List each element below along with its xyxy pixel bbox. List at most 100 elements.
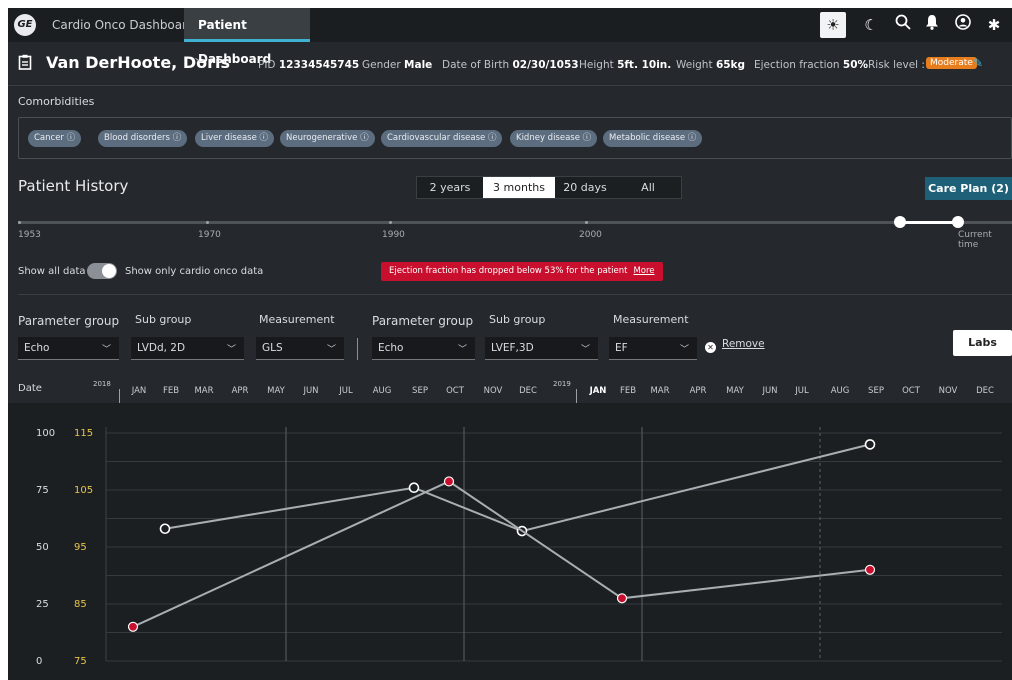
y-axis-tick-left: 75 bbox=[36, 485, 49, 496]
bell-icon[interactable] bbox=[919, 12, 945, 38]
y-axis-tick-right: 95 bbox=[74, 542, 87, 553]
y-axis-tick-left: 100 bbox=[36, 428, 55, 439]
parameter-group-select[interactable]: Echo ﹀ bbox=[372, 337, 475, 360]
info-icon[interactable]: ⓘ bbox=[583, 133, 592, 143]
month-label: MAR bbox=[650, 386, 670, 396]
month-label: MAY bbox=[267, 386, 285, 396]
weight-field: Weight 65kg bbox=[676, 59, 745, 71]
info-icon[interactable]: ⓘ bbox=[688, 133, 697, 143]
chip-kidney-disease[interactable]: Kidney disease ⓘ bbox=[510, 130, 598, 147]
month-label: SEP bbox=[868, 386, 884, 396]
patient-history-chart: 100 75 50 25 0 115 105 95 85 75 bbox=[8, 403, 1012, 680]
data-point bbox=[159, 523, 171, 535]
chip-cardiovascular-disease[interactable]: Cardiovascular disease ⓘ bbox=[381, 130, 503, 147]
gear-icon[interactable]: ✱ bbox=[981, 12, 1007, 38]
edit-pencil-icon[interactable]: ✎ bbox=[973, 56, 983, 70]
ge-logo-icon: GE bbox=[14, 14, 36, 36]
timeline-dot bbox=[206, 221, 209, 224]
cardio-onco-toggle[interactable] bbox=[87, 263, 117, 279]
chip-liver-disease[interactable]: Liver disease ⓘ bbox=[195, 130, 275, 147]
ef-label: Ejection fraction bbox=[754, 59, 840, 71]
chevron-down-icon: ﹀ bbox=[101, 345, 111, 355]
month-label: MAR bbox=[194, 386, 214, 396]
tab-patient-dashboard[interactable]: Patient Dashboard bbox=[184, 8, 310, 66]
chip-label: Cancer bbox=[34, 133, 64, 143]
year-tick bbox=[119, 389, 120, 403]
timeline-end-handle[interactable] bbox=[952, 216, 964, 228]
y-axis-tick-right: 75 bbox=[74, 656, 87, 667]
risk-level-label: Risk level : bbox=[868, 59, 925, 71]
clipboard-icon bbox=[18, 54, 32, 74]
month-label: DEC bbox=[519, 386, 537, 396]
parameter-group-select[interactable]: Echo ﹀ bbox=[18, 337, 119, 360]
dob-value: 02/30/1053 bbox=[512, 59, 579, 71]
measurement-select[interactable]: EF ﹀ bbox=[609, 337, 697, 360]
y-axis-tick-left: 0 bbox=[36, 656, 42, 667]
show-cardio-onco-label: Show only cardio onco data bbox=[125, 266, 264, 277]
measurement-select[interactable]: GLS ﹀ bbox=[256, 337, 344, 360]
range-3-months[interactable]: 3 months bbox=[483, 177, 555, 198]
info-icon[interactable]: ⓘ bbox=[173, 133, 182, 143]
comorbidities-panel: Cancer ⓘ Blood disorders ⓘ Liver disease… bbox=[18, 117, 1012, 159]
info-icon[interactable]: ⓘ bbox=[67, 133, 76, 143]
gender-value: Male bbox=[404, 59, 433, 71]
month-label: APR bbox=[231, 386, 249, 396]
selector-divider bbox=[357, 338, 358, 360]
measurement-label: Measurement bbox=[259, 313, 335, 326]
moon-icon[interactable]: ☾ bbox=[858, 12, 884, 38]
toggle-knob bbox=[102, 264, 116, 278]
chip-blood-disorders[interactable]: Blood disorders ⓘ bbox=[98, 130, 188, 147]
range-20-days[interactable]: 20 days bbox=[555, 177, 615, 198]
user-icon[interactable] bbox=[950, 12, 976, 38]
data-point bbox=[127, 621, 139, 632]
remove-button[interactable]: Remove bbox=[722, 338, 765, 350]
chip-cancer[interactable]: Cancer ⓘ bbox=[28, 130, 82, 147]
range-2-years[interactable]: 2 years bbox=[417, 177, 483, 198]
timeline-selected-range bbox=[900, 221, 958, 224]
patient-header: Van DerHoote, Doris ﹀ PID 12334545745 Ge… bbox=[8, 42, 1012, 86]
year-tick bbox=[576, 389, 577, 403]
pid-field: PID 12334545745 bbox=[258, 59, 359, 71]
sub-group-select[interactable]: LVDd, 2D ﹀ bbox=[131, 337, 244, 360]
chip-metabolic-disease[interactable]: Metabolic disease ⓘ bbox=[603, 130, 703, 147]
chevron-down-icon: ﹀ bbox=[457, 345, 467, 355]
gender-label: Gender bbox=[362, 59, 401, 71]
measurement-label: Measurement bbox=[613, 313, 689, 326]
section-divider bbox=[18, 294, 1012, 295]
timeline-track[interactable] bbox=[18, 221, 1012, 224]
chevron-down-icon[interactable]: ﹀ bbox=[195, 55, 207, 72]
timeline-dot bbox=[389, 221, 392, 224]
data-point bbox=[408, 482, 420, 494]
care-plan-button[interactable]: Care Plan (2) bbox=[925, 177, 1012, 200]
info-icon[interactable]: ⓘ bbox=[488, 133, 497, 143]
show-all-data-label: Show all data bbox=[18, 266, 86, 277]
labs-button[interactable]: Labs bbox=[953, 330, 1012, 356]
month-label: NOV bbox=[483, 386, 503, 396]
weight-value: 65kg bbox=[715, 59, 746, 71]
tab-cardio-onco-dashboard[interactable]: Cardio Onco Dashboard bbox=[38, 8, 208, 42]
line-chart: 100 75 50 25 0 115 105 95 85 75 bbox=[36, 427, 1002, 667]
month-label: FEB bbox=[619, 386, 637, 396]
select-value: GLS bbox=[262, 342, 283, 354]
month-label: NOV bbox=[938, 386, 958, 396]
timeline-start-handle[interactable] bbox=[894, 216, 906, 228]
timeline-dot bbox=[18, 221, 21, 224]
info-icon[interactable]: ⓘ bbox=[260, 133, 269, 143]
sun-icon[interactable]: ☀ bbox=[820, 12, 846, 38]
chip-neurogenerative[interactable]: Neurogenerative ⓘ bbox=[280, 130, 375, 147]
sub-group-select[interactable]: LVEF,3D ﹀ bbox=[485, 337, 598, 360]
comorbidities-title: Comorbidities bbox=[18, 95, 95, 108]
alert-more-link[interactable]: More bbox=[633, 266, 654, 276]
data-point bbox=[864, 439, 876, 450]
year-label: 2018 bbox=[93, 380, 111, 388]
timeline-dot bbox=[585, 221, 588, 224]
data-point bbox=[864, 564, 876, 575]
close-icon[interactable]: ✕ bbox=[705, 342, 716, 353]
range-all[interactable]: All bbox=[615, 177, 681, 198]
chip-label: Blood disorders bbox=[104, 133, 170, 143]
sub-group-label: Sub group bbox=[135, 313, 192, 326]
search-icon[interactable] bbox=[890, 12, 916, 38]
info-icon[interactable]: ⓘ bbox=[360, 133, 369, 143]
weight-label: Weight bbox=[676, 59, 713, 71]
pid-value: 12334545745 bbox=[278, 59, 360, 71]
